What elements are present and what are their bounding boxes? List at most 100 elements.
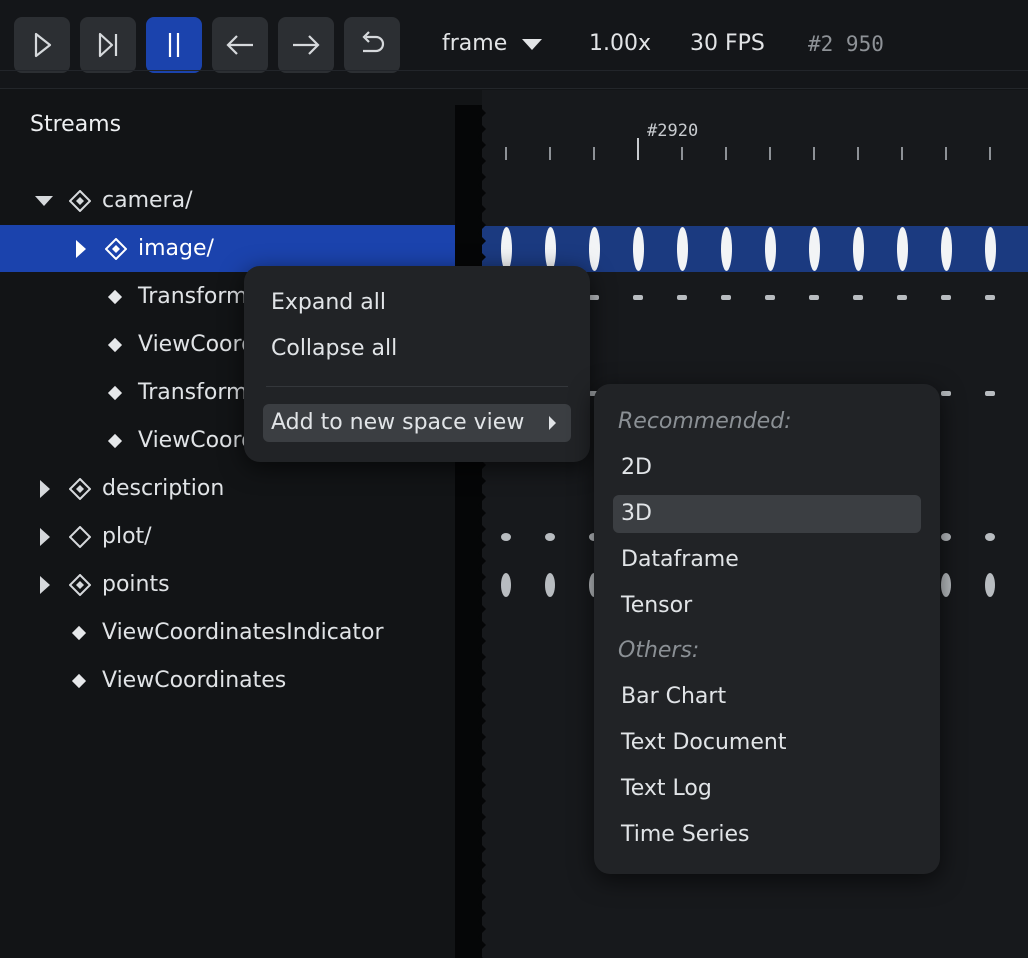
- ruler-tick: [593, 147, 595, 160]
- entity-icon: [69, 478, 91, 500]
- ruler-tick: [901, 147, 903, 160]
- component-icon: [107, 337, 123, 353]
- timeline-event-marker: [720, 227, 732, 271]
- timeline-event-marker: [984, 227, 996, 271]
- pause-icon: [168, 33, 180, 57]
- entity-icon: [69, 190, 91, 212]
- menu-item-3d[interactable]: 3D: [621, 500, 652, 528]
- timeline-event-marker: [896, 227, 908, 271]
- entity-icon: [105, 238, 127, 260]
- component-icon: [107, 289, 123, 305]
- component-icon: [71, 625, 87, 641]
- timeline-event-marker: [676, 227, 688, 271]
- expand-right-icon[interactable]: [40, 528, 50, 546]
- ruler-tick: [681, 147, 683, 160]
- timeline-selector[interactable]: frame: [442, 30, 507, 58]
- timeline-event-marker: [545, 573, 555, 597]
- tree-row-points[interactable]: points: [0, 561, 455, 608]
- menu-item-collapse-all[interactable]: Collapse all: [271, 335, 397, 363]
- menu-item-tensor[interactable]: Tensor: [621, 592, 692, 620]
- menu-item-expand-all[interactable]: Expand all: [271, 289, 386, 317]
- timeline-event-marker: [941, 533, 951, 541]
- menu-item-time-series[interactable]: Time Series: [621, 821, 750, 849]
- playback-speed[interactable]: 1.00x: [589, 30, 651, 58]
- arrow-right-icon: [293, 35, 320, 55]
- timeline-event-marker: [633, 294, 643, 300]
- menu-item-highlight[interactable]: [613, 495, 921, 533]
- timeline-event-marker: [941, 390, 951, 396]
- play-icon: [34, 32, 52, 58]
- ruler-tick: [857, 147, 859, 160]
- expand-down-icon[interactable]: [35, 196, 53, 206]
- menu-item-label[interactable]: Add to new space view: [271, 409, 524, 437]
- time-cursor-divider[interactable]: [455, 105, 486, 958]
- tree-label: image/: [138, 236, 214, 261]
- fps-value[interactable]: 30 FPS: [690, 30, 765, 58]
- ruler-tick: [945, 147, 947, 160]
- ruler-tick: [549, 147, 551, 160]
- timeline-event-marker: [985, 294, 995, 300]
- timeline-event-marker: [501, 573, 511, 597]
- timeline-event-marker: [500, 227, 512, 271]
- timeline-event-marker: [589, 294, 599, 300]
- ruler-tick: [813, 147, 815, 160]
- timeline-event-marker: [501, 533, 511, 541]
- step-forward-icon: [98, 32, 118, 58]
- tree-row-viewcoordinates[interactable]: ViewCoordinates: [0, 657, 455, 704]
- timeline-marker-label: #2920: [647, 121, 699, 141]
- tree-label: camera/: [102, 188, 193, 213]
- expand-right-icon[interactable]: [40, 480, 50, 498]
- step-back-button[interactable]: [212, 17, 268, 73]
- menu-item-text-document[interactable]: Text Document: [621, 729, 786, 757]
- component-icon: [107, 385, 123, 401]
- loop-button[interactable]: [344, 17, 400, 73]
- step-next-button[interactable]: [278, 17, 334, 73]
- ruler-tick: [505, 147, 507, 160]
- tree-row-viewcoordinatesindicator[interactable]: ViewCoordinatesIndicator: [0, 609, 455, 656]
- tree-label: ViewCoordinatesIndicator: [102, 620, 384, 645]
- tree-label: plot/: [102, 524, 152, 549]
- menu-item-bar-chart[interactable]: Bar Chart: [621, 683, 726, 711]
- tree-label: points: [102, 572, 170, 597]
- recommended-header: Recommended:: [618, 409, 792, 434]
- ruler-tick: [637, 138, 639, 160]
- timeline-event-marker: [544, 227, 556, 271]
- tree-row-camera[interactable]: camera/: [0, 177, 455, 224]
- timeline-event-marker: [677, 294, 687, 300]
- component-icon: [107, 433, 123, 449]
- tree-row-description[interactable]: description: [0, 465, 455, 512]
- timeline-event-marker: [809, 294, 819, 300]
- timeline-event-marker: [940, 227, 952, 271]
- caret-down-icon[interactable]: [522, 39, 542, 50]
- ruler-tick: [989, 147, 991, 160]
- entity-icon: [69, 574, 91, 596]
- ruler-tick: [769, 147, 771, 160]
- menu-item-dataframe[interactable]: Dataframe: [621, 546, 739, 574]
- timeline-event-marker: [765, 294, 775, 300]
- timeline-event-marker: [941, 573, 951, 597]
- pause-button[interactable]: [146, 17, 202, 73]
- timeline-event-marker: [985, 573, 995, 597]
- timeline-event-marker: [545, 533, 555, 541]
- divider-zigzag-edge: [478, 105, 486, 958]
- tree-row-plot[interactable]: plot/: [0, 513, 455, 560]
- submenu-caret-icon: [549, 416, 556, 430]
- space-view-submenu: Recommended: 2D 3D Dataframe Tensor Othe…: [594, 384, 940, 874]
- current-frame: #2 950: [808, 32, 884, 56]
- timeline-event-marker: [853, 294, 863, 300]
- timeline-event-marker: [808, 227, 820, 271]
- menu-separator: [266, 386, 568, 387]
- expand-right-icon[interactable]: [76, 240, 86, 258]
- tree-row-image[interactable]: image/: [0, 225, 455, 272]
- timeline-event-marker: [897, 294, 907, 300]
- step-forward-button[interactable]: [80, 17, 136, 73]
- ruler-tick: [725, 147, 727, 160]
- menu-item-text-log[interactable]: Text Log: [621, 775, 712, 803]
- expand-right-icon[interactable]: [40, 576, 50, 594]
- loop-icon: [362, 31, 385, 53]
- arrow-left-icon: [226, 35, 253, 55]
- play-button[interactable]: [14, 17, 70, 73]
- component-icon: [71, 673, 87, 689]
- menu-item-2d[interactable]: 2D: [621, 454, 652, 482]
- toolbar: frame 1.00x 30 FPS #2 950: [0, 0, 1028, 89]
